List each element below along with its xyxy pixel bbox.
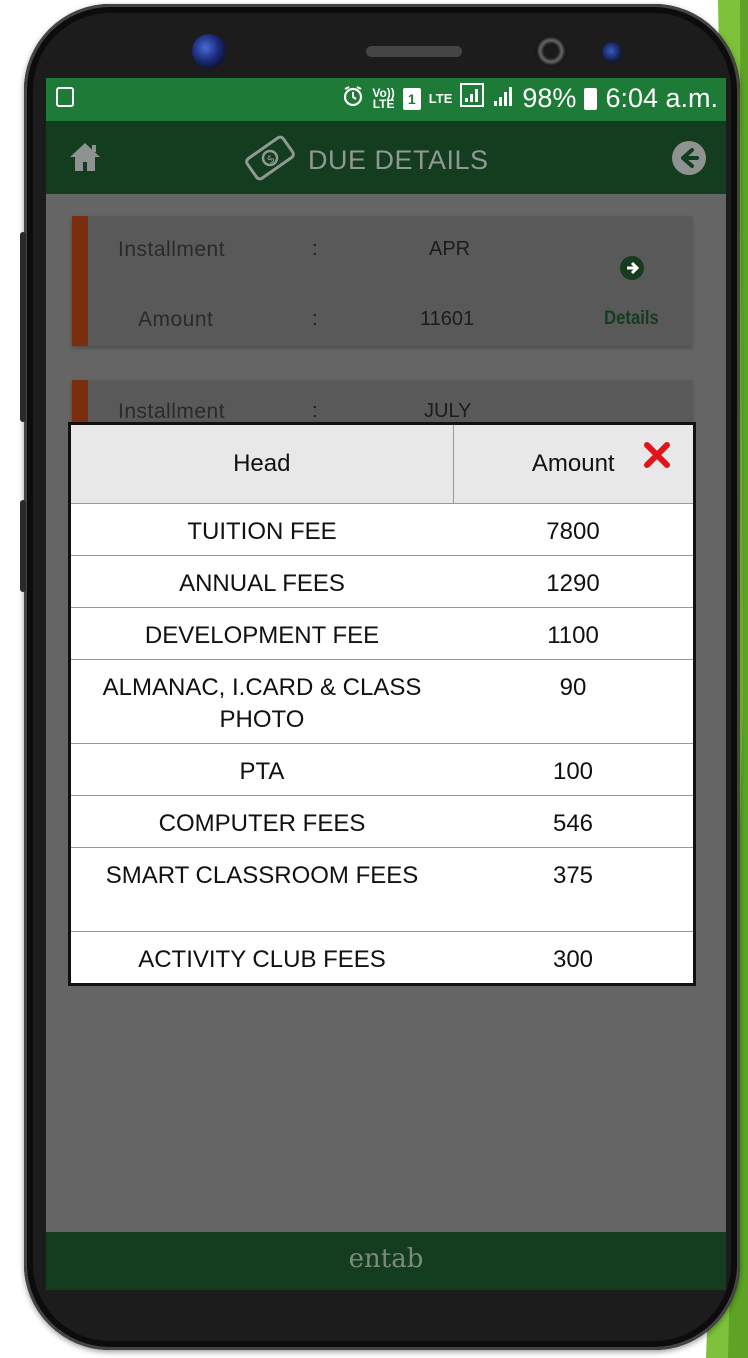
details-link[interactable]: Details (604, 308, 659, 330)
fee-head: TUITION FEE (71, 503, 453, 556)
battery-icon (584, 87, 598, 110)
bixby-button (20, 500, 26, 592)
back-icon[interactable] (672, 141, 706, 175)
fee-head: PTA (71, 743, 453, 796)
colon: : (312, 308, 318, 330)
table-header-row: Head Amount (71, 425, 693, 504)
card-stripe (72, 216, 88, 346)
table-row: PTA 100 (71, 743, 693, 796)
table-row: DEVELOPMENT FEE 1100 (71, 607, 693, 660)
installment-card: Installment : APR Amount : 11601 Details (72, 216, 692, 346)
notification-icon (56, 87, 74, 107)
table-row: COMPUTER FEES 546 (71, 795, 693, 848)
sensor (602, 42, 622, 62)
sim-icon: 1 (402, 87, 421, 110)
installment-label: Installment (118, 238, 226, 261)
fee-amount: 1290 (453, 555, 693, 608)
installment-value: JULY (424, 400, 472, 422)
front-camera (192, 34, 226, 68)
fee-head: ACTIVITY CLUB FEES (138, 946, 386, 973)
fee-head: SMART CLASSROOM FEES (71, 847, 453, 932)
app-header: $ DUE DETAILS (46, 121, 726, 194)
table-row: ANNUAL FEES 1290 (71, 555, 693, 608)
fee-amount: 300 (552, 946, 594, 973)
footer: entab (46, 1232, 726, 1290)
fee-head: ANNUAL FEES (71, 555, 453, 608)
lte-indicator: LTE (428, 91, 453, 106)
fee-head: DEVELOPMENT FEE (71, 607, 453, 660)
fee-table: Head Amount TUITION FEE 7800 ANNUAL FEES… (71, 425, 693, 984)
installment-value: APR (429, 238, 471, 260)
fee-head: ALMANAC, I.CARD & CLASS PHOTO (71, 659, 453, 744)
page-title: DUE DETAILS (308, 145, 489, 175)
close-icon[interactable] (643, 441, 671, 469)
arrow-right-icon[interactable] (620, 256, 644, 280)
home-icon[interactable] (68, 141, 102, 178)
battery-percent: 98% (522, 83, 577, 113)
signal-bars-icon (492, 83, 514, 114)
fee-amount: 375 (453, 847, 693, 932)
volte-indicator: Vo)) LTE (372, 85, 395, 111)
table-row: ALMANAC, I.CARD & CLASS PHOTO 90 (71, 659, 693, 744)
volume-button (20, 232, 26, 422)
table-row: SMART CLASSROOM FEES 375 (71, 847, 693, 932)
fee-amount: 7800 (453, 503, 693, 556)
fee-amount: 100 (453, 743, 693, 796)
status-bar: Vo)) LTE 1 LTE 98% 6:04 a.m. (46, 78, 726, 121)
colon: : (312, 400, 318, 422)
column-header-head: Head (71, 425, 454, 504)
alarm-icon (342, 83, 364, 114)
colon: : (312, 238, 318, 260)
fee-amount: 90 (453, 659, 693, 744)
fee-amount: 1100 (453, 607, 693, 660)
money-icon: $ (242, 135, 298, 186)
fee-amount: 546 (453, 795, 693, 848)
table-row: TUITION FEE 7800 (71, 503, 693, 556)
entab-logo: entab (348, 1244, 424, 1274)
clock: 6:04 a.m. (605, 83, 718, 113)
amount-value: 11601 (420, 308, 475, 330)
installment-label: Installment (118, 400, 226, 423)
table-row: ACTIVITY CLUB FEES 300 (71, 932, 693, 984)
amount-label: Amount (138, 308, 214, 331)
fee-head: COMPUTER FEES (71, 795, 453, 848)
signal-icon (460, 83, 485, 114)
fee-details-modal: Head Amount TUITION FEE 7800 ANNUAL FEES… (68, 422, 696, 986)
iris-scanner (534, 34, 568, 68)
earpiece-speaker (366, 46, 462, 57)
